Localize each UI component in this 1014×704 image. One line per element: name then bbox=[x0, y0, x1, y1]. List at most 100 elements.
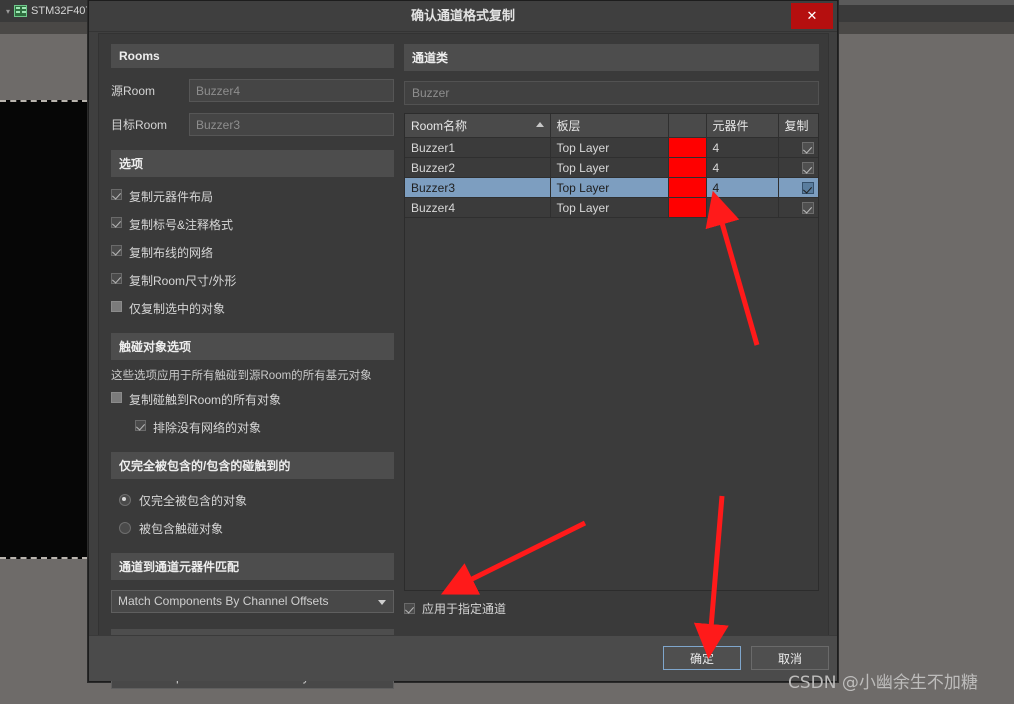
cell-copy[interactable] bbox=[778, 197, 818, 218]
pcb-canvas bbox=[0, 100, 88, 559]
checkbox-icon[interactable] bbox=[111, 217, 122, 228]
checkbox-icon[interactable] bbox=[802, 202, 815, 215]
cell-copy[interactable] bbox=[778, 137, 818, 158]
option-copy-component-layout[interactable]: 复制元器件布局 bbox=[111, 188, 394, 205]
cell-room-name: Buzzer1 bbox=[405, 137, 551, 158]
radio-icon[interactable] bbox=[119, 493, 131, 506]
table-row[interactable]: Buzzer3 Top Layer 4 bbox=[405, 177, 818, 198]
channel-match-dropdown[interactable]: Match Components By Channel Offsets bbox=[111, 589, 394, 613]
column-header-copy[interactable]: 复制 bbox=[778, 114, 818, 138]
checkbox-icon[interactable] bbox=[111, 391, 122, 403]
cell-layer: Top Layer bbox=[550, 177, 669, 198]
app-right-gutter bbox=[940, 34, 1014, 704]
target-room-label: 目标Room bbox=[111, 117, 168, 132]
cell-color[interactable] bbox=[668, 177, 707, 198]
confirm-channel-format-copy-dialog: 确认通道格式复制 ✕ Rooms 源Room Buzzer4 目标Room Bu… bbox=[88, 0, 838, 689]
channel-table-body: Buzzer1 Top Layer 4 Buzzer2 Top Layer 4 bbox=[405, 137, 818, 218]
radio-fully-contained-objects[interactable]: 仅完全被包含的对象 bbox=[119, 492, 394, 509]
color-swatch bbox=[668, 158, 705, 177]
channel-table: Room名称 板层 元器件 复制 Buzzer1 Top Layer 4 Buz… bbox=[405, 114, 818, 218]
apply-to-channels-option[interactable]: 应用于指定通道 bbox=[404, 600, 819, 617]
cancel-button[interactable]: 取消 bbox=[751, 646, 829, 670]
left-panel: Rooms 源Room Buzzer4 目标Room Buzzer3 选项 复制… bbox=[111, 44, 394, 689]
radio-icon[interactable] bbox=[119, 521, 131, 534]
option-label: 复制Room尺寸/外形 bbox=[129, 274, 237, 288]
source-room-input[interactable]: Buzzer4 bbox=[189, 78, 394, 102]
column-header-components[interactable]: 元器件 bbox=[706, 114, 779, 138]
dialog-title: 确认通道格式复制 bbox=[410, 8, 515, 23]
dialog-body: Rooms 源Room Buzzer4 目标Room Buzzer3 选项 复制… bbox=[98, 33, 829, 689]
cell-components: 4 bbox=[706, 197, 779, 218]
option-label: 复制元器件布局 bbox=[129, 190, 214, 204]
containment-section-header: 仅完全被包含的/包含的碰触到的 bbox=[111, 451, 394, 479]
pcb-chip-icon bbox=[14, 5, 28, 17]
option-copy-selected-only[interactable]: 仅复制选中的对象 bbox=[111, 300, 394, 317]
option-label: 仅复制选中的对象 bbox=[129, 302, 226, 316]
checkbox-icon[interactable] bbox=[404, 603, 415, 614]
radio-contained-touching-objects[interactable]: 被包含触碰对象 bbox=[119, 520, 394, 537]
table-header-row: Room名称 板层 元器件 复制 bbox=[405, 114, 818, 138]
channel-class-section-header: 通道类 bbox=[404, 44, 819, 71]
right-panel: 通道类 Buzzer Room名称 板层 元器件 复制 Buzzer1 Top … bbox=[404, 44, 819, 617]
options-section-header: 选项 bbox=[111, 150, 394, 177]
cell-layer: Top Layer bbox=[550, 197, 669, 218]
option-label: 复制布线的网络 bbox=[129, 246, 214, 260]
checkbox-icon[interactable] bbox=[135, 419, 146, 431]
option-label: 排除没有网络的对象 bbox=[153, 420, 262, 435]
cell-color[interactable] bbox=[668, 197, 707, 218]
target-room-row: 目标Room Buzzer3 bbox=[111, 112, 394, 136]
document-tab-label: STM32F407: bbox=[31, 5, 95, 17]
column-label: 复制 bbox=[784, 119, 809, 133]
column-header-room-name[interactable]: Room名称 bbox=[405, 114, 551, 138]
channel-class-filter-input[interactable]: Buzzer bbox=[404, 81, 819, 105]
color-swatch bbox=[668, 138, 705, 157]
column-label: 元器件 bbox=[712, 119, 749, 133]
checkbox-icon[interactable] bbox=[111, 245, 122, 256]
cell-copy[interactable] bbox=[778, 157, 818, 178]
cell-layer: Top Layer bbox=[550, 157, 669, 178]
apply-to-channels-label: 应用于指定通道 bbox=[422, 602, 507, 616]
cell-room-name: Buzzer2 bbox=[405, 157, 551, 178]
checkbox-icon[interactable] bbox=[802, 162, 815, 175]
source-room-row: 源Room Buzzer4 bbox=[111, 78, 394, 102]
option-copy-room-size-shape[interactable]: 复制Room尺寸/外形 bbox=[111, 272, 394, 289]
cell-components: 4 bbox=[706, 137, 779, 158]
table-row[interactable]: Buzzer1 Top Layer 4 bbox=[405, 137, 818, 158]
cell-copy[interactable] bbox=[778, 177, 818, 198]
cell-room-name: Buzzer4 bbox=[405, 197, 551, 218]
cell-layer: Top Layer bbox=[550, 137, 669, 158]
option-copy-touching-room-objects[interactable]: 复制碰触到Room的所有对象 bbox=[111, 391, 394, 408]
sort-ascending-icon bbox=[535, 122, 544, 127]
cell-color[interactable] bbox=[668, 137, 707, 158]
source-room-label: 源Room bbox=[111, 83, 156, 98]
cell-components: 4 bbox=[706, 177, 779, 198]
checkbox-icon[interactable] bbox=[802, 142, 815, 155]
table-row[interactable]: Buzzer4 Top Layer 4 bbox=[405, 197, 818, 218]
ok-button[interactable]: 确定 bbox=[663, 646, 741, 670]
color-swatch bbox=[668, 178, 705, 197]
document-tab-stm32[interactable]: ▾ STM32F407: bbox=[0, 0, 101, 22]
column-header-layer[interactable]: 板层 bbox=[550, 114, 669, 138]
radio-label: 仅完全被包含的对象 bbox=[139, 493, 248, 508]
color-swatch bbox=[668, 198, 705, 217]
checkbox-icon[interactable] bbox=[111, 189, 122, 200]
table-row[interactable]: Buzzer2 Top Layer 4 bbox=[405, 157, 818, 178]
channel-match-value: Match Components By Channel Offsets bbox=[118, 594, 329, 609]
radio-label: 被包含触碰对象 bbox=[139, 521, 224, 536]
option-copy-designator-comment-format[interactable]: 复制标号&注释格式 bbox=[111, 216, 394, 233]
target-room-input[interactable]: Buzzer3 bbox=[189, 112, 394, 136]
option-copy-routed-nets[interactable]: 复制布线的网络 bbox=[111, 244, 394, 261]
touch-options-description: 这些选项应用于所有触碰到源Room的所有基元对象 bbox=[111, 370, 372, 382]
checkbox-icon[interactable] bbox=[111, 301, 122, 312]
checkbox-icon[interactable] bbox=[111, 273, 122, 284]
column-header-color[interactable] bbox=[668, 114, 707, 138]
option-exclude-objects-without-nets[interactable]: 排除没有网络的对象 bbox=[135, 419, 394, 436]
column-label: Room名称 bbox=[411, 119, 468, 133]
cell-color[interactable] bbox=[668, 157, 707, 178]
close-icon[interactable]: ✕ bbox=[791, 3, 833, 29]
channel-table-wrapper[interactable]: Room名称 板层 元器件 复制 Buzzer1 Top Layer 4 Buz… bbox=[404, 113, 819, 591]
touch-options-section-header: 触碰对象选项 bbox=[111, 333, 394, 360]
checkbox-icon[interactable] bbox=[802, 182, 815, 195]
column-label: 板层 bbox=[556, 119, 581, 133]
option-label: 复制碰触到Room的所有对象 bbox=[129, 392, 282, 407]
